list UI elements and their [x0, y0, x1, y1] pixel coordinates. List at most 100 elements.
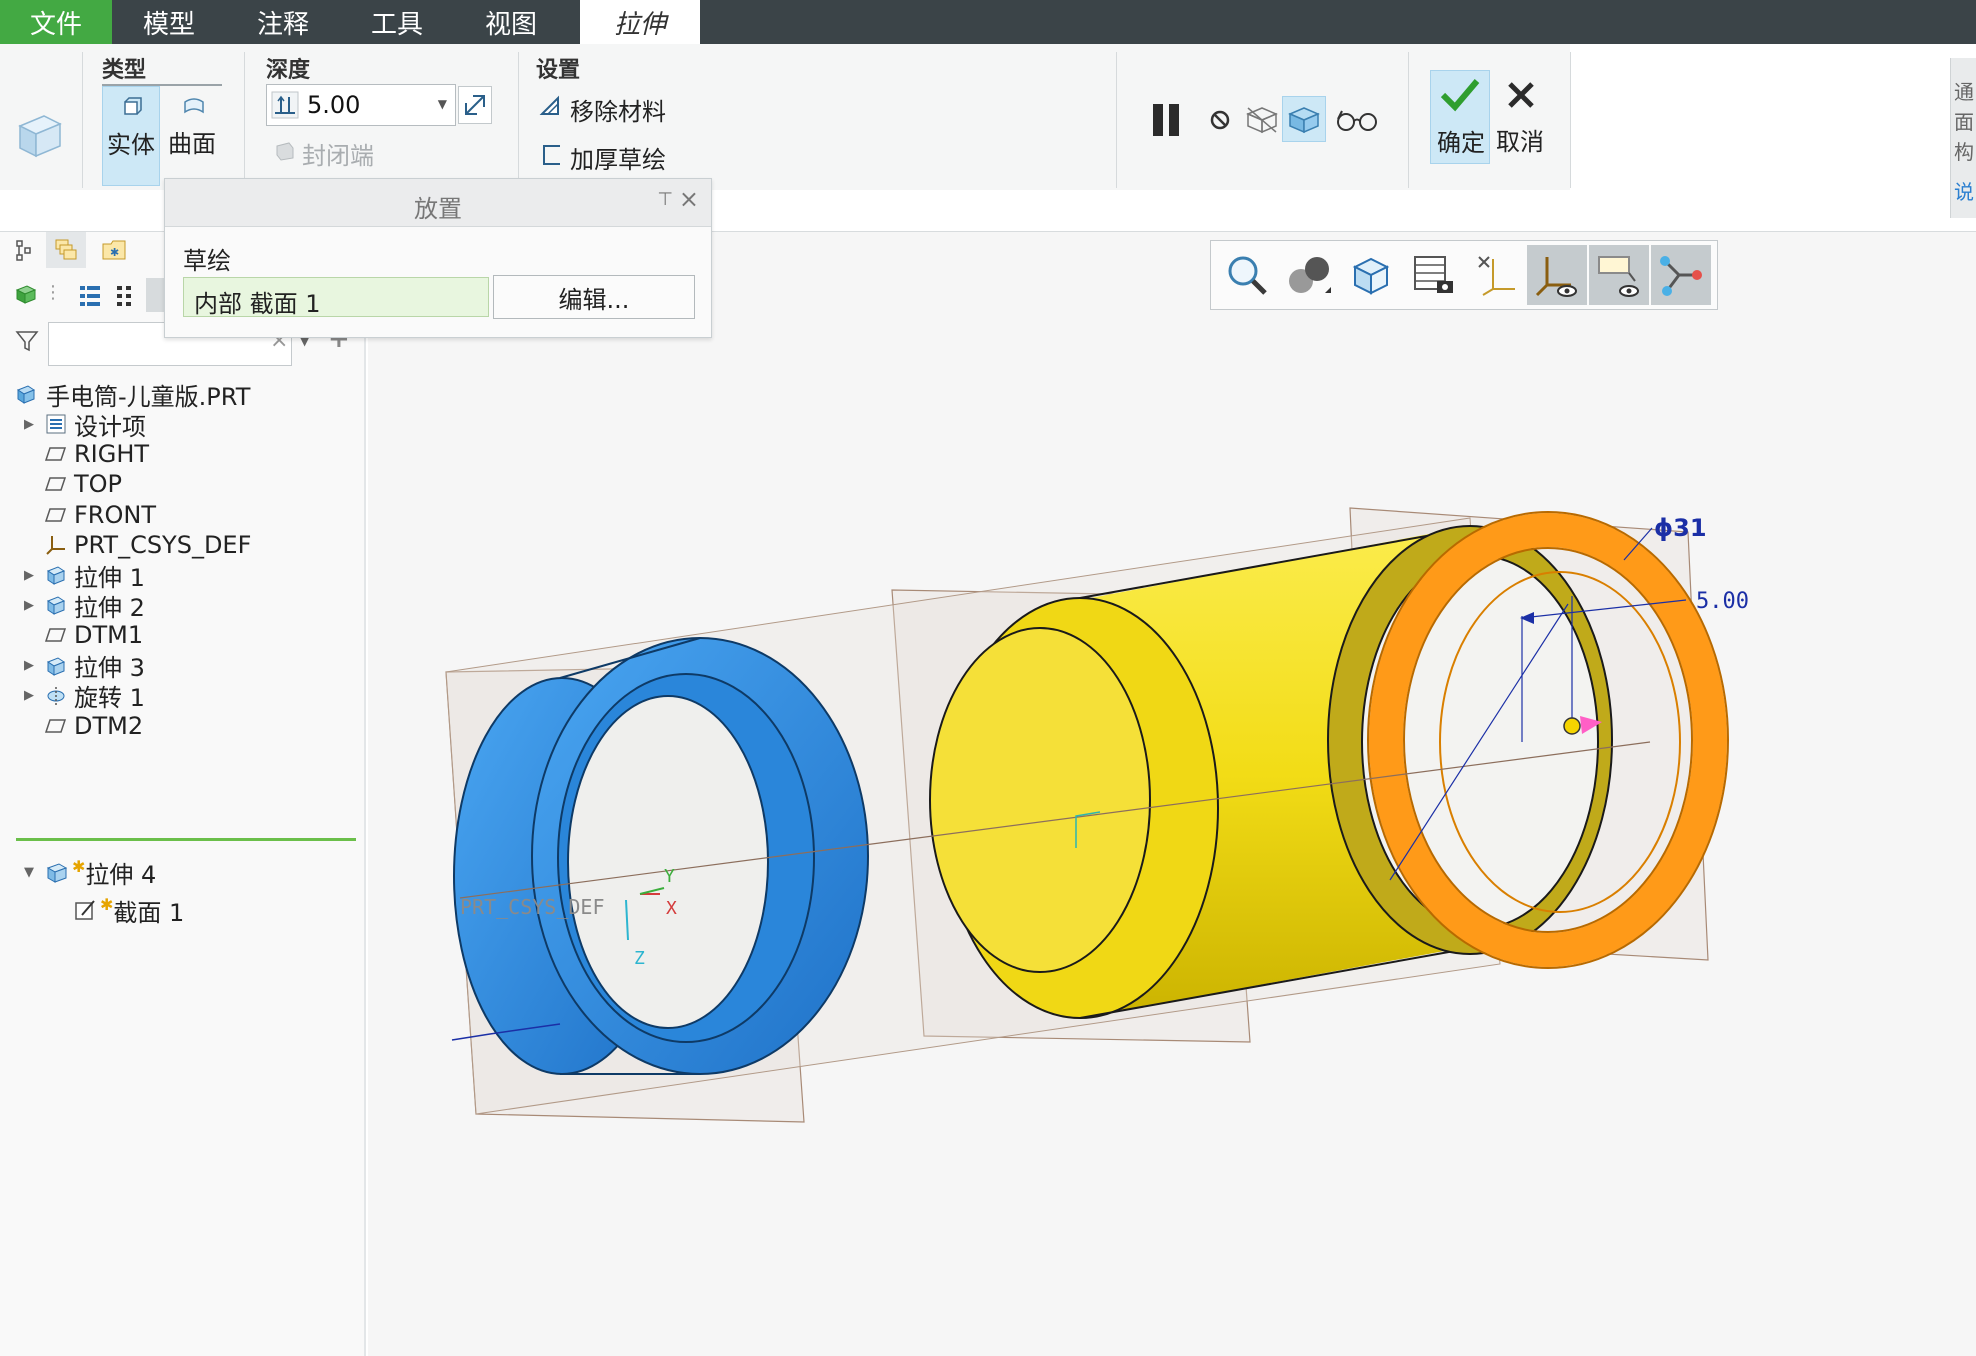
tree-columns-button[interactable] — [112, 282, 136, 310]
solid-type-button[interactable]: 实体 — [102, 86, 160, 186]
csys-icon — [44, 533, 68, 557]
annotation-eye-icon — [1598, 256, 1639, 297]
layers-tab[interactable] — [46, 232, 86, 268]
toolbar-grip-icon: ⋮ — [44, 282, 62, 303]
confirm-label: 确定 — [1437, 129, 1485, 157]
csys-z-label: Z — [634, 948, 645, 969]
cube-view-icon — [1352, 257, 1390, 295]
menu-bar: 文件 模型 注释 工具 视图 拉伸 — [0, 0, 1976, 44]
diameter-dimension-label[interactable]: ϕ31 — [1654, 514, 1707, 542]
thicken-sketch-toggle[interactable] — [540, 142, 566, 168]
svg-text:✱: ✱ — [110, 246, 119, 259]
solid-icon — [124, 97, 142, 115]
tree-item-label: DTM1 — [74, 621, 144, 650]
remove-material-toggle[interactable] — [538, 94, 564, 120]
surface-type-button[interactable]: 曲面 — [164, 86, 222, 186]
show-icon[interactable] — [14, 282, 38, 306]
menu-annotate[interactable]: 注释 — [226, 0, 340, 44]
checkmark-icon — [1440, 79, 1480, 112]
graphics-toolbar — [1210, 240, 1718, 310]
datum-display-icon — [1478, 256, 1515, 296]
favorites-tab[interactable]: ✱ — [100, 236, 128, 264]
pin-icon[interactable]: ⊤ — [657, 189, 673, 210]
tree-item-label: RIGHT — [74, 440, 150, 469]
drag-handle[interactable] — [1563, 717, 1581, 735]
layers-icon — [44, 412, 68, 436]
sketch-collector[interactable]: 内部 截面 1 — [183, 277, 489, 318]
verify-button[interactable] — [1334, 100, 1380, 140]
feature-preview-button[interactable] — [1282, 96, 1326, 142]
placement-header[interactable]: 放置 ⊤ × — [165, 179, 711, 227]
tree-settings-button[interactable] — [76, 282, 104, 310]
collapse-arrow-icon[interactable]: ▼ — [18, 865, 40, 880]
datum-plane-icon — [44, 503, 68, 527]
folder-star-icon: ✱ — [102, 240, 126, 260]
tree-columns-icon — [117, 286, 131, 306]
spin-center-button[interactable] — [1651, 245, 1711, 305]
depth-group-title: 深度 — [266, 58, 311, 83]
creo-window: 文件 模型 注释 工具 视图 拉伸 类型 实体 曲面 深度 5.00 ▼ 封闭端… — [0, 0, 1976, 1356]
depth-dimension-label[interactable]: 5.00 — [1696, 589, 1749, 614]
filter-icon[interactable] — [14, 328, 40, 354]
menu-file[interactable]: 文件 — [0, 0, 112, 44]
green-cube-icon — [15, 285, 37, 304]
extrude-icon — [44, 654, 68, 678]
tree-item[interactable]: DTM2 — [18, 708, 143, 744]
zoom-button[interactable] — [1217, 245, 1277, 305]
blue-ring[interactable] — [453, 637, 869, 1075]
depth-value: 5.00 — [307, 91, 361, 119]
depth-blind-icon[interactable] — [271, 91, 299, 119]
table-camera-icon — [1414, 256, 1453, 293]
close-icon[interactable]: × — [679, 185, 699, 213]
insert-indicator[interactable] — [16, 838, 356, 841]
render-style-button[interactable] — [1279, 245, 1339, 305]
edit-sketch-label: 编辑... — [558, 285, 630, 314]
graphics-viewport[interactable]: 5.00 ϕ31 PRT_CSYS_DEF X Y Z — [368, 232, 1976, 1356]
geometry-preview-button[interactable] — [1242, 98, 1282, 140]
csys-display-button[interactable] — [1527, 245, 1587, 305]
tree-structure-icon — [16, 240, 31, 261]
remove-material-label: 移除材料 — [570, 98, 666, 126]
confirm-button[interactable]: 确定 — [1430, 70, 1490, 164]
tree-item-active-feature[interactable]: ▼ ✱ 拉伸 4 — [18, 854, 156, 890]
saved-views-button[interactable] — [1403, 245, 1463, 305]
menu-extrude-tab[interactable]: 拉伸 — [580, 0, 700, 44]
extrude-feature-icon — [14, 108, 66, 160]
expand-arrow-icon[interactable]: ▶ — [18, 658, 40, 673]
annotation-display-button[interactable] — [1589, 245, 1649, 305]
stub-char-4: 说 — [1954, 180, 1974, 204]
layers-tab-icon — [55, 239, 77, 260]
options-panel-stub[interactable]: 通 面 构 说 — [1950, 58, 1976, 218]
depth-dropdown-icon[interactable]: ▼ — [438, 97, 447, 111]
menu-model[interactable]: 模型 — [112, 0, 226, 44]
magnifier-icon — [1228, 256, 1267, 295]
geometry-preview-icon — [1246, 107, 1278, 134]
menu-tools[interactable]: 工具 — [340, 0, 454, 44]
shaded-spheres-icon — [1289, 257, 1331, 293]
expand-arrow-icon[interactable]: ▶ — [18, 688, 40, 703]
new-section-star-icon: ✱ — [100, 894, 114, 914]
model-graphics[interactable]: 5.00 ϕ31 PRT_CSYS_DEF X Y Z — [368, 232, 1976, 1356]
tree-item-section[interactable]: ✱ 截面 1 — [72, 892, 184, 928]
funnel-icon — [15, 331, 39, 352]
edit-sketch-button[interactable]: 编辑... — [493, 275, 695, 319]
extrude-icon — [44, 563, 68, 587]
capped-ends-checkbox[interactable] — [274, 140, 296, 162]
model-tree-tab-icon[interactable] — [14, 238, 38, 262]
no-preview-button[interactable] — [1204, 104, 1236, 136]
expand-arrow-icon[interactable]: ▶ — [18, 417, 40, 432]
expand-arrow-icon[interactable]: ▶ — [18, 598, 40, 613]
menu-view[interactable]: 视图 — [454, 0, 568, 44]
expand-arrow-icon[interactable]: ▶ — [18, 568, 40, 583]
csys-x-label: X — [666, 898, 677, 919]
flip-direction-icon — [465, 95, 485, 115]
flip-direction-button[interactable] — [458, 86, 492, 124]
extrude-icon — [46, 863, 68, 883]
pause-button[interactable] — [1146, 96, 1188, 144]
depth-value-field[interactable]: 5.00 ▼ — [266, 84, 456, 126]
cancel-button[interactable]: 取消 — [1492, 70, 1550, 164]
csys-eye-icon — [1535, 257, 1577, 297]
view-orientation-button[interactable] — [1341, 245, 1401, 305]
model-tree-panel: ✱ ⋮ × ▼ + 手电筒-儿童版.PRT ▶ 设计项 RIGHT TOP FR… — [0, 232, 366, 1356]
datum-display-button[interactable] — [1465, 245, 1525, 305]
